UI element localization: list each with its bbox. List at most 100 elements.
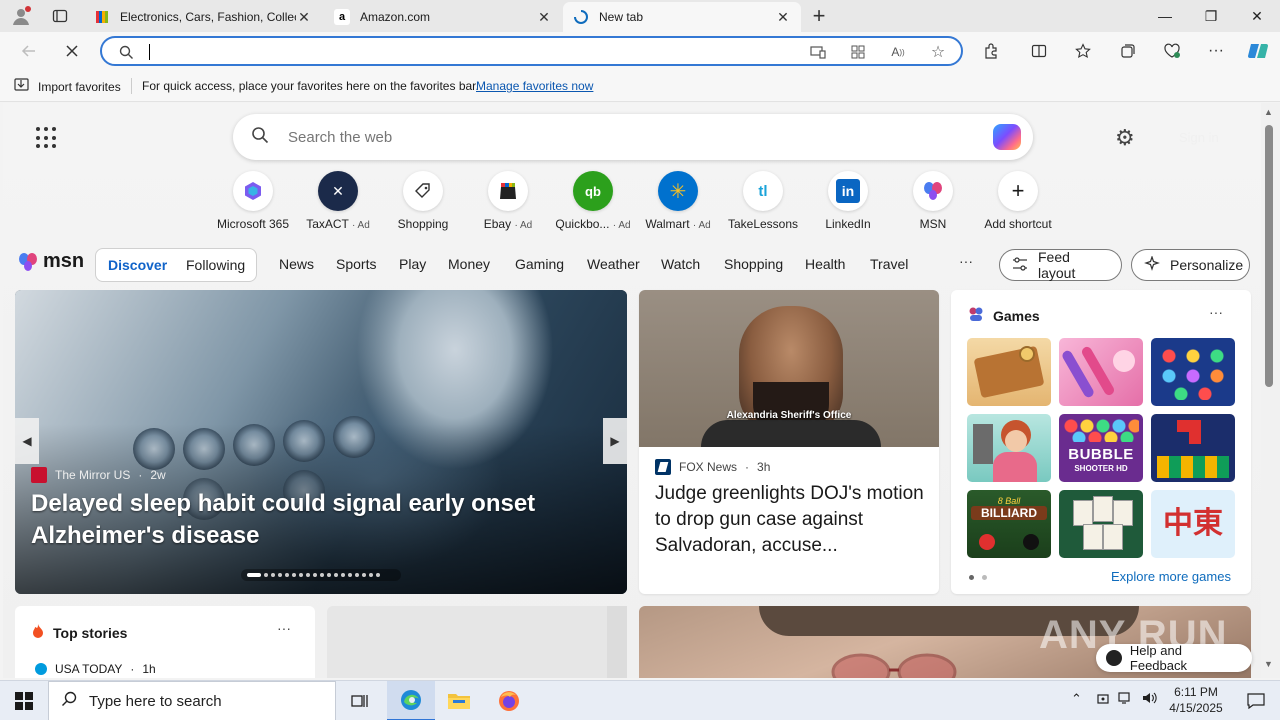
- address-bar[interactable]: A)) ☆: [100, 36, 963, 66]
- profile-icon[interactable]: [8, 4, 34, 28]
- app-available-icon[interactable]: [808, 43, 828, 61]
- read-aloud-icon[interactable]: A)): [888, 43, 908, 61]
- add-shortcut-button[interactable]: + Add shortcut: [976, 171, 1060, 231]
- game-tile-mahjong-connect[interactable]: 中東: [1151, 490, 1235, 558]
- hero-source: The Mirror US · 2w: [31, 467, 166, 483]
- browser-essentials-icon[interactable]: [1157, 37, 1187, 65]
- sign-in-link[interactable]: Sign in: [1179, 130, 1219, 145]
- task-view-button[interactable]: [336, 681, 384, 720]
- new-tab-button[interactable]: +: [804, 2, 834, 30]
- tab-actions-icon[interactable]: [47, 4, 73, 28]
- quick-link-quickbooks[interactable]: qb Quickbo... · Ad: [551, 171, 635, 231]
- web-search-box[interactable]: Search the web: [233, 114, 1033, 160]
- game-tile-blocks[interactable]: [1151, 414, 1235, 482]
- manage-favorites-link[interactable]: Manage favorites now: [476, 79, 593, 93]
- scroll-down-icon[interactable]: ▼: [1264, 659, 1273, 669]
- nav-shopping[interactable]: Shopping: [724, 256, 783, 272]
- carousel-prev-button[interactable]: ◀: [15, 418, 39, 464]
- nav-travel[interactable]: Travel: [870, 256, 908, 272]
- tab-amazon[interactable]: a Amazon.com ✕: [324, 2, 562, 32]
- back-button[interactable]: [14, 37, 44, 65]
- copilot-search-icon[interactable]: [993, 124, 1021, 150]
- quick-link-linkedin[interactable]: in LinkedIn: [806, 171, 890, 231]
- network-icon[interactable]: [1118, 691, 1134, 708]
- help-feedback-button[interactable]: Help and Feedback: [1096, 643, 1252, 673]
- following-tab[interactable]: Following: [186, 257, 245, 273]
- collections-icon[interactable]: [1113, 37, 1143, 65]
- quick-link-label: TakeLessons: [727, 217, 799, 231]
- msn-logo[interactable]: msn: [16, 250, 84, 273]
- taskbar-search[interactable]: Type here to search: [48, 681, 336, 720]
- stop-loading-button[interactable]: [57, 37, 87, 65]
- nav-play[interactable]: Play: [399, 256, 426, 272]
- show-hidden-icons-icon[interactable]: ⌃: [1071, 691, 1082, 707]
- games-more-button[interactable]: ···: [1209, 304, 1223, 320]
- volume-icon[interactable]: [1142, 691, 1158, 708]
- tag-icon: [403, 171, 443, 211]
- scrollbar-thumb[interactable]: [1265, 125, 1273, 387]
- extensions-icon[interactable]: [976, 37, 1006, 65]
- game-tile-story[interactable]: [967, 414, 1051, 482]
- tab-new-tab[interactable]: New tab ✕: [563, 2, 801, 32]
- close-window-button[interactable]: ✕: [1234, 0, 1280, 32]
- scroll-up-icon[interactable]: ▲: [1264, 107, 1273, 117]
- task-view-icon: [351, 695, 368, 707]
- taskbar-file-explorer[interactable]: [435, 681, 483, 720]
- notifications-button[interactable]: [1232, 681, 1280, 720]
- news-card-fox[interactable]: Alexandria Sheriff's Office FOX News · 3…: [639, 290, 939, 594]
- tab-close-icon[interactable]: ✕: [775, 9, 791, 26]
- top-stories-more-button[interactable]: ···: [277, 620, 291, 636]
- taskbar-clock[interactable]: 6:11 PM 4/15/2025: [1168, 684, 1224, 716]
- personalize-button[interactable]: Personalize: [1131, 249, 1250, 281]
- address-input[interactable]: [148, 43, 748, 61]
- tab-close-icon[interactable]: ✕: [296, 9, 312, 26]
- quick-link-ebay[interactable]: Ebay · Ad: [466, 171, 550, 231]
- app-launcher-icon[interactable]: [36, 127, 58, 149]
- quick-link-takelessons[interactable]: tl TakeLessons: [721, 171, 805, 231]
- nav-health[interactable]: Health: [805, 256, 845, 272]
- feed-layout-button[interactable]: Feed layout: [999, 249, 1122, 281]
- taskbar-firefox[interactable]: [485, 681, 533, 720]
- nav-more-button[interactable]: ···: [959, 253, 973, 269]
- start-button[interactable]: [0, 681, 48, 720]
- quick-link-shopping[interactable]: Shopping: [381, 171, 465, 231]
- feed-toggle: Discover Following: [95, 248, 257, 282]
- game-tile-wood-puzzle[interactable]: [967, 338, 1051, 406]
- quick-link-walmart[interactable]: ✳ Walmart · Ad: [636, 171, 720, 231]
- tab-close-icon[interactable]: ✕: [536, 9, 552, 26]
- quick-link-microsoft-365[interactable]: Microsoft 365: [211, 171, 295, 231]
- import-favorites-button[interactable]: Import favorites: [14, 78, 121, 95]
- favorite-star-icon[interactable]: ☆: [928, 43, 948, 61]
- nav-news[interactable]: News: [279, 256, 314, 272]
- quick-link-taxact[interactable]: ✕ TaxACT · Ad: [296, 171, 380, 231]
- nav-sports[interactable]: Sports: [336, 256, 376, 272]
- copilot-icon[interactable]: [1243, 37, 1273, 65]
- nav-watch[interactable]: Watch: [661, 256, 700, 272]
- discover-tab[interactable]: Discover: [108, 257, 167, 273]
- nav-gaming[interactable]: Gaming: [515, 256, 564, 272]
- minimize-button[interactable]: —: [1142, 0, 1188, 32]
- explore-more-games-link[interactable]: Explore more games: [1111, 569, 1231, 584]
- game-tile-makeup[interactable]: [1059, 338, 1143, 406]
- security-icon[interactable]: [1096, 691, 1110, 708]
- hero-story-card[interactable]: ◀ ▶ The Mirror US · 2w Delayed sleep hab…: [15, 290, 627, 594]
- nav-money[interactable]: Money: [448, 256, 490, 272]
- news-title[interactable]: Judge greenlights DOJ's motion to drop g…: [655, 481, 925, 559]
- game-tile-jewels[interactable]: [1151, 338, 1235, 406]
- game-tile-billiard[interactable]: 8 Ball BILLIARD: [967, 490, 1051, 558]
- carousel-next-button[interactable]: ▶: [603, 418, 627, 464]
- favorites-icon[interactable]: [1068, 37, 1098, 65]
- quick-link-msn[interactable]: MSN: [891, 171, 975, 231]
- page-settings-gear-icon[interactable]: ⚙: [1115, 125, 1135, 151]
- game-tile-mahjong[interactable]: [1059, 490, 1143, 558]
- game-tile-bubble-shooter[interactable]: BUBBLE SHOOTER HD: [1059, 414, 1143, 482]
- page-scrollbar[interactable]: ▲ ▼: [1261, 103, 1280, 678]
- taskbar-edge[interactable]: [387, 681, 435, 720]
- split-screen-icon[interactable]: [1024, 37, 1054, 65]
- settings-more-icon[interactable]: ···: [1201, 37, 1231, 65]
- restore-button[interactable]: ❐: [1188, 0, 1234, 32]
- tab-ebay[interactable]: Electronics, Cars, Fashion, Collectibles…: [84, 2, 322, 32]
- hero-title[interactable]: Delayed sleep habit could signal early o…: [31, 488, 591, 552]
- grid-apps-icon[interactable]: [848, 43, 868, 61]
- nav-weather[interactable]: Weather: [587, 256, 640, 272]
